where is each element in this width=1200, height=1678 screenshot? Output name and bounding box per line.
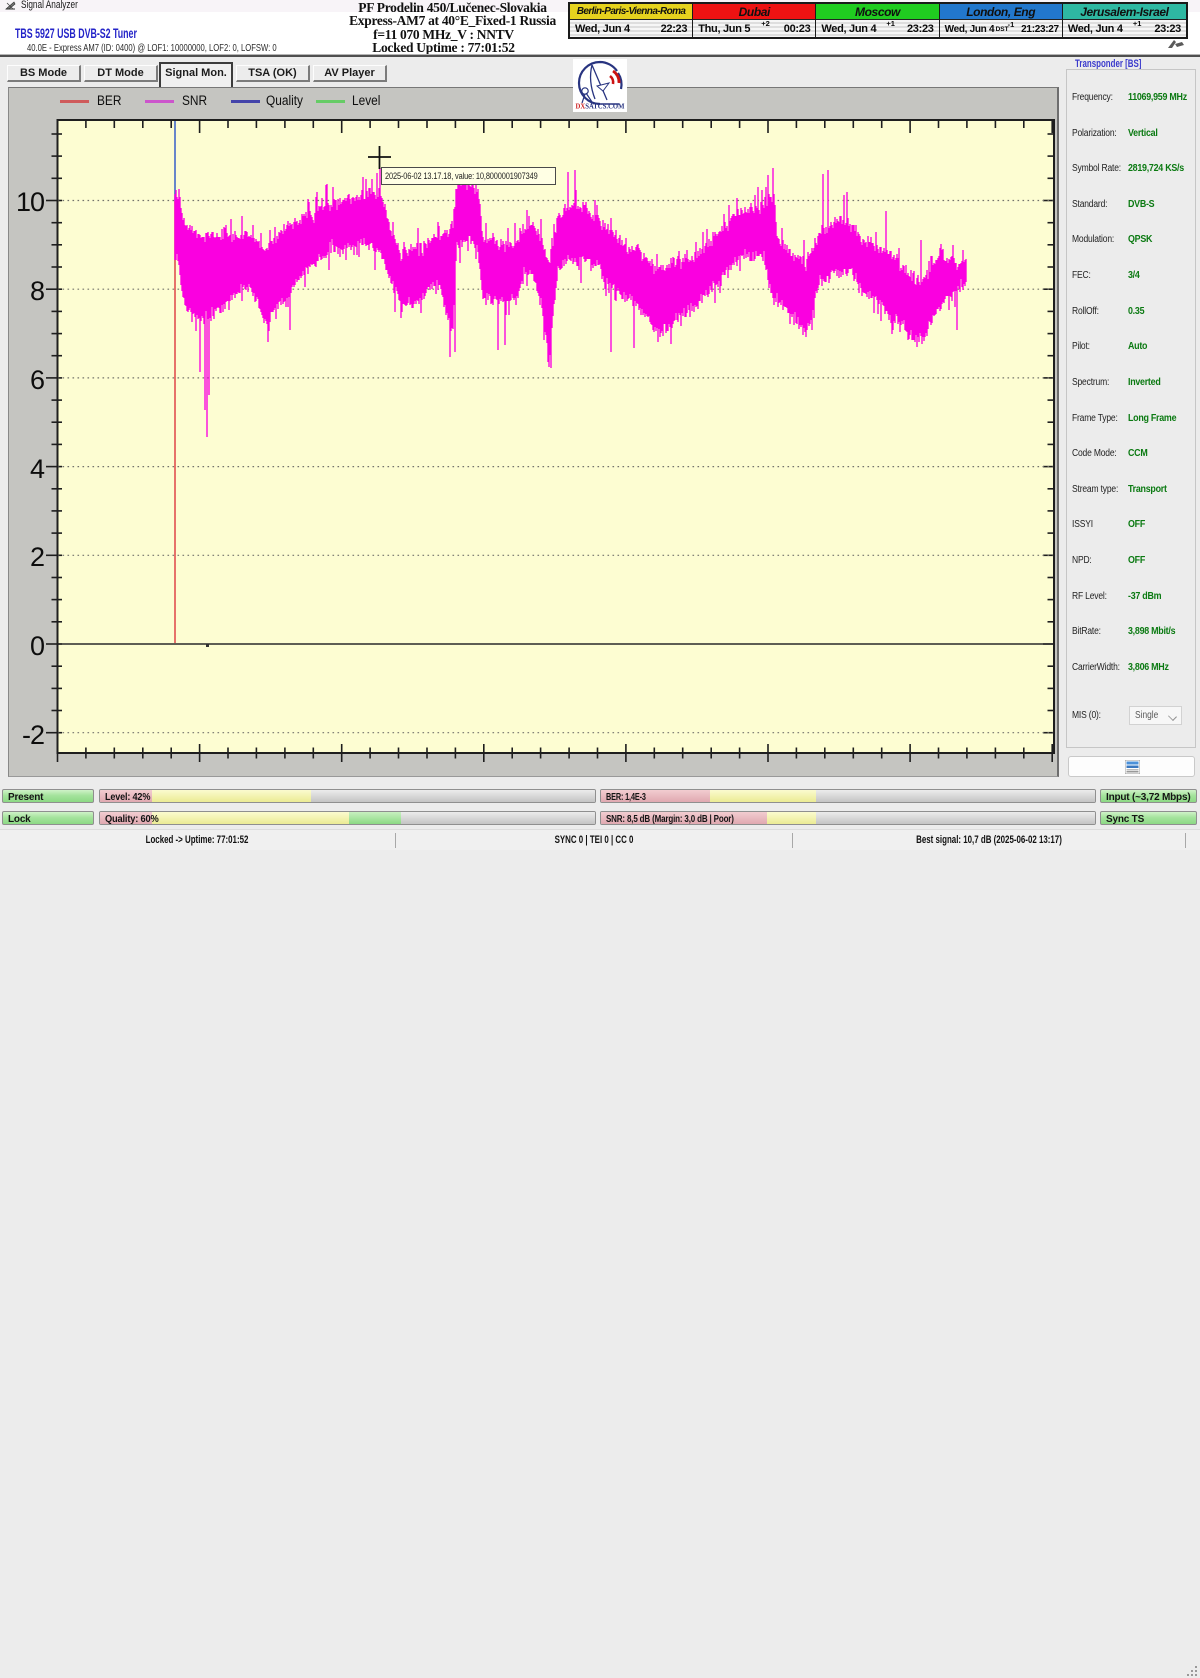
svg-text:DXSATCS.COM: DXSATCS.COM bbox=[576, 103, 625, 111]
